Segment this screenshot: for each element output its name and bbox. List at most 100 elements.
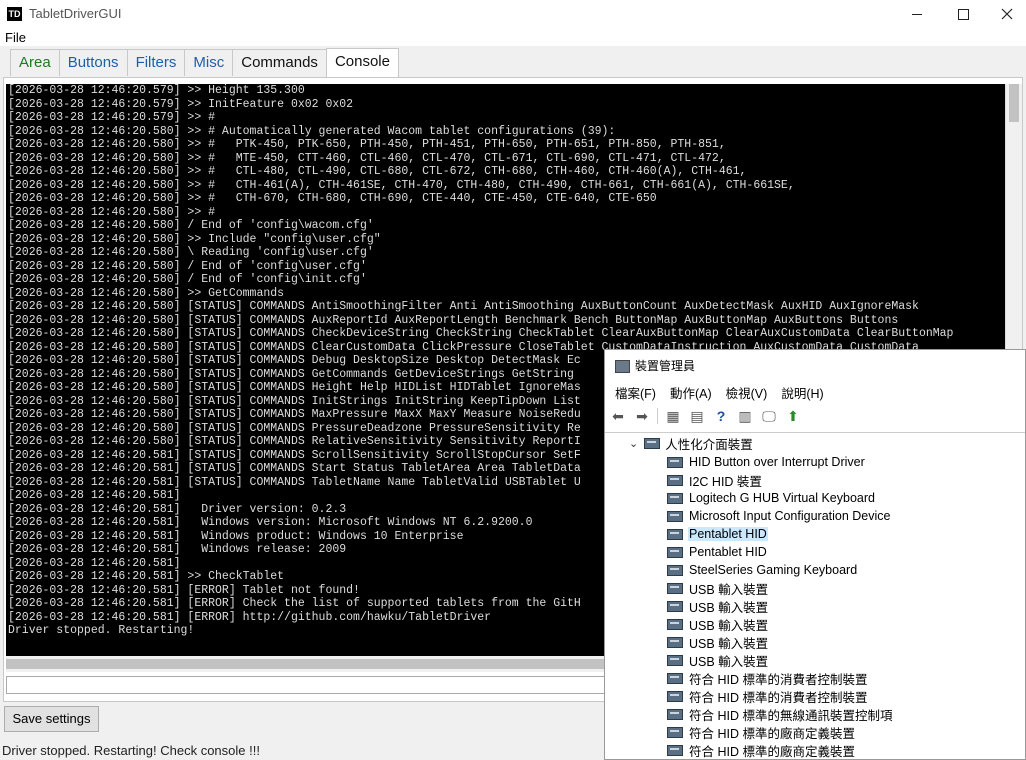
device-manager-title: 裝置管理員 bbox=[615, 357, 695, 374]
dm-menu-file[interactable]: 檔案(F) bbox=[615, 383, 656, 402]
console-line: [2026-03-28 12:46:20.580] >> # CTH-670, … bbox=[8, 192, 657, 205]
device-tree: ⌄ 人性化介面裝置 HID Button over Interrupt Driv… bbox=[605, 432, 1025, 760]
close-button[interactable] bbox=[984, 0, 1026, 28]
device-manager-menu: 檔案(F) 動作(A) 檢視(V) 說明(H) bbox=[615, 383, 824, 402]
console-line: [2026-03-28 12:46:20.579] >> InitFeature… bbox=[8, 97, 354, 111]
console-line: [2026-03-28 12:46:20.580] >> # CTH-461(A… bbox=[8, 178, 795, 192]
console-line: [2026-03-28 12:46:20.580] >> # Automatic… bbox=[8, 124, 616, 138]
list-view-icon[interactable]: ▤ bbox=[688, 408, 706, 424]
device-tree-item[interactable]: SteelSeries Gaming Keyboard bbox=[667, 561, 858, 579]
device-tree-item[interactable]: 符合 HID 標準的無線通訊裝置控制項 bbox=[667, 705, 893, 723]
device-tree-item[interactable]: 符合 HID 標準的消費者控制裝置 bbox=[667, 669, 868, 687]
toolbar-separator bbox=[657, 408, 658, 424]
console-line: [2026-03-28 12:46:20.580] [STATUS] COMMA… bbox=[8, 300, 919, 313]
tab-area[interactable]: Area bbox=[10, 49, 60, 76]
console-line: [2026-03-28 12:46:20.580] >> # bbox=[8, 205, 216, 219]
properties-grid-icon[interactable]: ▦ bbox=[664, 408, 682, 424]
scrollbar-thumb[interactable] bbox=[1009, 84, 1019, 122]
device-tree-item[interactable]: 符合 HID 標準的廠商定義裝置 bbox=[667, 741, 856, 759]
console-line: [2026-03-28 12:46:20.580] >> # PTK-450, … bbox=[8, 138, 726, 151]
title-bar: TD TabletDriverGUI bbox=[0, 0, 1026, 28]
device-tree-item[interactable]: Microsoft Input Configuration Device bbox=[667, 507, 891, 525]
details-icon[interactable]: ▥ bbox=[736, 408, 754, 424]
hid-device-icon bbox=[667, 708, 683, 720]
save-settings-button[interactable]: Save settings bbox=[4, 706, 99, 732]
device-tree-item-label: USB 輸入裝置 bbox=[689, 654, 769, 669]
device-tree-item-label: Pentablet HID bbox=[688, 527, 768, 541]
device-tree-item[interactable]: 符合 HID 標準的廠商定義裝置 bbox=[667, 723, 856, 741]
device-tree-item[interactable]: HID Button over Interrupt Driver bbox=[667, 453, 866, 471]
chevron-down-icon[interactable]: ⌄ bbox=[629, 437, 638, 450]
update-driver-icon[interactable]: ⬆ bbox=[784, 408, 802, 424]
device-tree-item[interactable]: USB 輸入裝置 bbox=[667, 651, 769, 669]
device-tree-item-label: USB 輸入裝置 bbox=[689, 600, 769, 615]
tab-misc[interactable]: Misc bbox=[184, 49, 234, 76]
minimize-button[interactable] bbox=[894, 0, 940, 28]
device-tree-item-label: I2C HID 裝置 bbox=[689, 474, 762, 489]
console-line: [2026-03-28 12:46:20.580] / End of 'conf… bbox=[8, 273, 367, 286]
device-manager-window: 裝置管理員 檔案(F) 動作(A) 檢視(V) 說明(H) ⬅ ➡ ▦ ▤ ? … bbox=[604, 349, 1026, 760]
device-manager-toolbar: ⬅ ➡ ▦ ▤ ? ▥ 🖵 ⬆ bbox=[609, 404, 802, 428]
console-line: [2026-03-28 12:46:20.580] >> GetCommands bbox=[8, 286, 285, 300]
scrollbar-thumb[interactable] bbox=[6, 659, 606, 669]
hid-device-icon bbox=[667, 744, 683, 756]
hid-device-icon bbox=[667, 474, 683, 486]
minimize-icon bbox=[912, 13, 922, 15]
tab-filters[interactable]: Filters bbox=[126, 49, 186, 76]
console-line: [2026-03-28 12:46:20.580] [STATUS] COMMA… bbox=[8, 313, 899, 327]
tab-strip: Area Buttons Filters Misc Commands Conso… bbox=[10, 48, 399, 77]
device-tree-item-label: 符合 HID 標準的廠商定義裝置 bbox=[689, 744, 855, 759]
back-arrow-icon[interactable]: ⬅ bbox=[609, 408, 627, 424]
device-tree-item[interactable]: USB 輸入裝置 bbox=[667, 633, 769, 651]
tree-category-hid[interactable]: ⌄ 人性化介面裝置 bbox=[629, 434, 753, 452]
tab-commands[interactable]: Commands bbox=[232, 49, 327, 76]
app-icon: TD bbox=[7, 7, 22, 21]
hid-device-icon bbox=[667, 456, 683, 468]
hid-device-icon bbox=[667, 600, 683, 612]
device-tree-item-label: 符合 HID 標準的消費者控制裝置 bbox=[689, 672, 868, 687]
window-title: TabletDriverGUI bbox=[29, 6, 122, 21]
device-manager-icon bbox=[615, 360, 630, 374]
forward-arrow-icon[interactable]: ➡ bbox=[633, 408, 651, 424]
device-tree-item-label: Pentablet HID bbox=[689, 545, 767, 559]
console-line: [2026-03-28 12:46:20.580] / End of 'conf… bbox=[8, 219, 374, 232]
hid-device-icon bbox=[667, 726, 683, 738]
device-tree-item[interactable]: USB 輸入裝置 bbox=[667, 597, 769, 615]
console-line: [2026-03-28 12:46:20.580] >> Include "co… bbox=[8, 232, 381, 246]
hid-device-icon bbox=[667, 582, 683, 594]
hid-device-icon bbox=[667, 672, 683, 684]
hid-device-icon bbox=[667, 546, 683, 558]
device-tree-item-label: USB 輸入裝置 bbox=[689, 582, 769, 597]
maximize-icon bbox=[957, 8, 969, 20]
device-tree-item-label: HID Button over Interrupt Driver bbox=[689, 455, 865, 469]
device-tree-item[interactable]: USB 輸入裝置 bbox=[667, 579, 769, 597]
device-tree-item-label: Microsoft Input Configuration Device bbox=[689, 509, 891, 523]
device-tree-item[interactable]: Pentablet HID bbox=[667, 543, 768, 561]
dm-menu-action[interactable]: 動作(A) bbox=[670, 383, 712, 402]
tab-buttons[interactable]: Buttons bbox=[58, 49, 128, 76]
menu-bar: File bbox=[0, 28, 1026, 46]
device-tree-item[interactable]: I2C HID 裝置 bbox=[667, 471, 763, 489]
hid-device-icon bbox=[667, 654, 683, 666]
console-line: [2026-03-28 12:46:20.580] \ Reading 'con… bbox=[8, 246, 374, 259]
device-tree-item[interactable]: Logitech G HUB Virtual Keyboard bbox=[667, 489, 876, 507]
device-tree-item-label: USB 輸入裝置 bbox=[689, 636, 769, 651]
dm-menu-help[interactable]: 說明(H) bbox=[781, 383, 823, 402]
hid-category-icon bbox=[644, 437, 661, 449]
console-line: [2026-03-28 12:46:20.579] >> Height 135.… bbox=[8, 84, 305, 97]
menu-file[interactable]: File bbox=[5, 30, 26, 45]
hid-device-icon bbox=[667, 636, 683, 648]
help-icon[interactable]: ? bbox=[712, 408, 730, 424]
hid-device-icon bbox=[667, 510, 683, 522]
dm-menu-view[interactable]: 檢視(V) bbox=[726, 383, 768, 402]
device-tree-item[interactable]: USB 輸入裝置 bbox=[667, 615, 769, 633]
device-tree-item[interactable]: Pentablet HID bbox=[667, 525, 768, 543]
hid-device-icon bbox=[667, 690, 683, 702]
device-tree-item[interactable]: 符合 HID 標準的消費者控制裝置 bbox=[667, 687, 868, 705]
console-line: [2026-03-28 12:46:20.579] >> # bbox=[8, 111, 216, 124]
monitor-icon[interactable]: 🖵 bbox=[760, 408, 778, 424]
device-tree-item-label: SteelSeries Gaming Keyboard bbox=[689, 563, 858, 577]
tab-console[interactable]: Console bbox=[325, 48, 399, 77]
maximize-button[interactable] bbox=[940, 0, 986, 28]
hid-device-icon bbox=[667, 528, 683, 540]
